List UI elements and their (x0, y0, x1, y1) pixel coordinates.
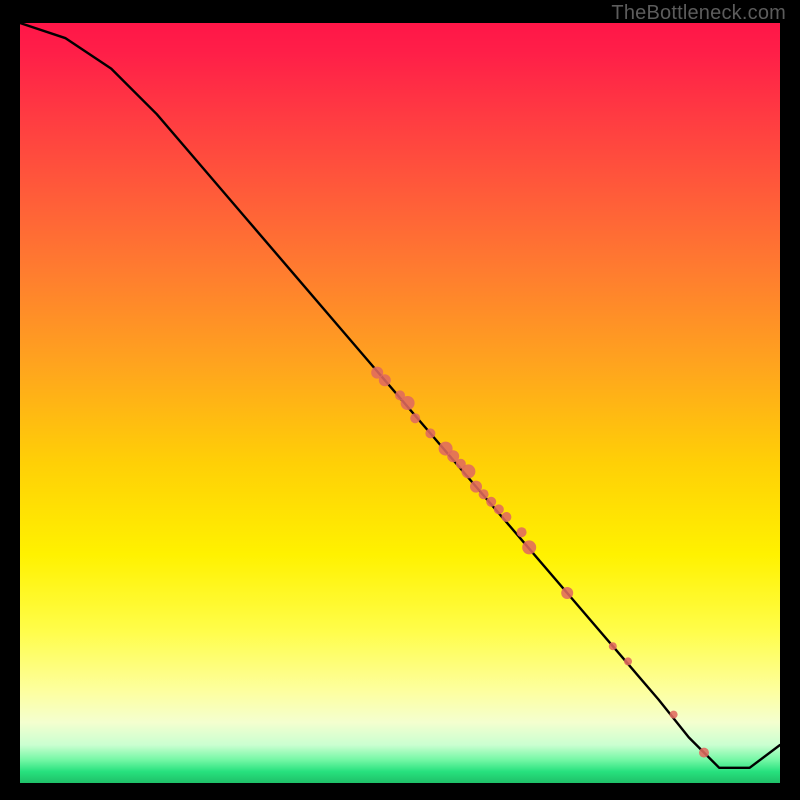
plot-area (20, 23, 780, 783)
curve-marker (479, 489, 489, 499)
curve-marker (624, 657, 632, 665)
curve-marker (425, 428, 435, 438)
curve-marker (486, 497, 496, 507)
curve-marker (379, 374, 391, 386)
curve-layer (20, 23, 780, 783)
watermark-text: TheBottleneck.com (611, 2, 786, 25)
curve-marker (609, 642, 617, 650)
curve-marker (699, 748, 709, 758)
curve-marker (410, 413, 420, 423)
curve-marker (517, 527, 527, 537)
curve-marker (670, 711, 678, 719)
chart-stage: TheBottleneck.com (0, 0, 800, 800)
curve-marker (494, 504, 504, 514)
curve-marker (522, 540, 536, 554)
curve-marker (501, 512, 511, 522)
curve-marker (461, 464, 475, 478)
curve-marker (401, 396, 415, 410)
curve-marker (561, 587, 573, 599)
